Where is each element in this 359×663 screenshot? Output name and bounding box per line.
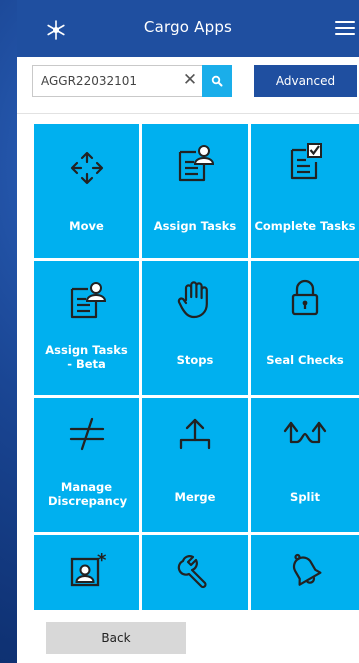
tile-label: Split: [290, 490, 320, 504]
tile-notifications[interactable]: [251, 535, 359, 610]
tile-manage-discrepancy[interactable]: Manage Discrepancy: [34, 398, 139, 532]
tile-label: Assign Tasks: [153, 219, 237, 233]
wrench-icon: [177, 555, 207, 589]
close-icon[interactable]: ✕: [180, 70, 200, 90]
tile-split[interactable]: Split: [251, 398, 359, 532]
search-icon: [211, 75, 223, 87]
svg-text:*: *: [97, 550, 107, 571]
tile-label: Move: [69, 219, 104, 233]
tile-assign-tasks-beta[interactable]: Assign Tasks - Beta: [34, 261, 139, 395]
move-arrows-icon: [70, 151, 103, 185]
tile-label: Stops: [176, 353, 214, 367]
tile-stops[interactable]: Stops: [142, 261, 248, 395]
tile-assign-tasks[interactable]: Assign Tasks: [142, 124, 248, 258]
tile-label: Seal Checks: [266, 353, 344, 367]
merge-arrow-icon: [179, 418, 211, 450]
app-title: Cargo Apps: [143, 18, 233, 36]
tile-merge[interactable]: Merge: [142, 398, 248, 532]
tile-label: Manage Discrepancy: [48, 480, 128, 508]
tile-move[interactable]: Move: [34, 124, 139, 258]
padlock-icon: [291, 279, 319, 316]
split-arrows-icon: [283, 421, 327, 444]
tile-label: Assign Tasks - Beta: [45, 343, 128, 371]
advanced-button[interactable]: Advanced: [254, 65, 357, 97]
search-button[interactable]: [202, 65, 232, 97]
not-equal-icon: [69, 417, 104, 451]
profile-star-icon: *: [70, 550, 107, 587]
tile-label: Complete Tasks: [254, 219, 356, 233]
tile-label: Merge: [174, 490, 216, 504]
search-bar: ✕ Advanced: [17, 57, 359, 113]
tile-profile[interactable]: *: [34, 535, 139, 610]
assign-tasks-icon: [178, 145, 215, 182]
app-header: Cargo Apps: [17, 0, 359, 57]
complete-tasks-icon: [290, 143, 322, 180]
divider: [17, 113, 359, 114]
hamburger-menu-icon[interactable]: [335, 21, 355, 37]
assign-tasks-beta-icon: [70, 282, 106, 319]
tile-seal-checks[interactable]: Seal Checks: [251, 261, 359, 395]
tile-complete-tasks[interactable]: Complete Tasks: [251, 124, 359, 258]
hand-stop-icon: [177, 281, 208, 319]
back-button[interactable]: Back: [46, 622, 186, 654]
tile-tools[interactable]: [142, 535, 248, 610]
bell-icon: [292, 553, 322, 586]
